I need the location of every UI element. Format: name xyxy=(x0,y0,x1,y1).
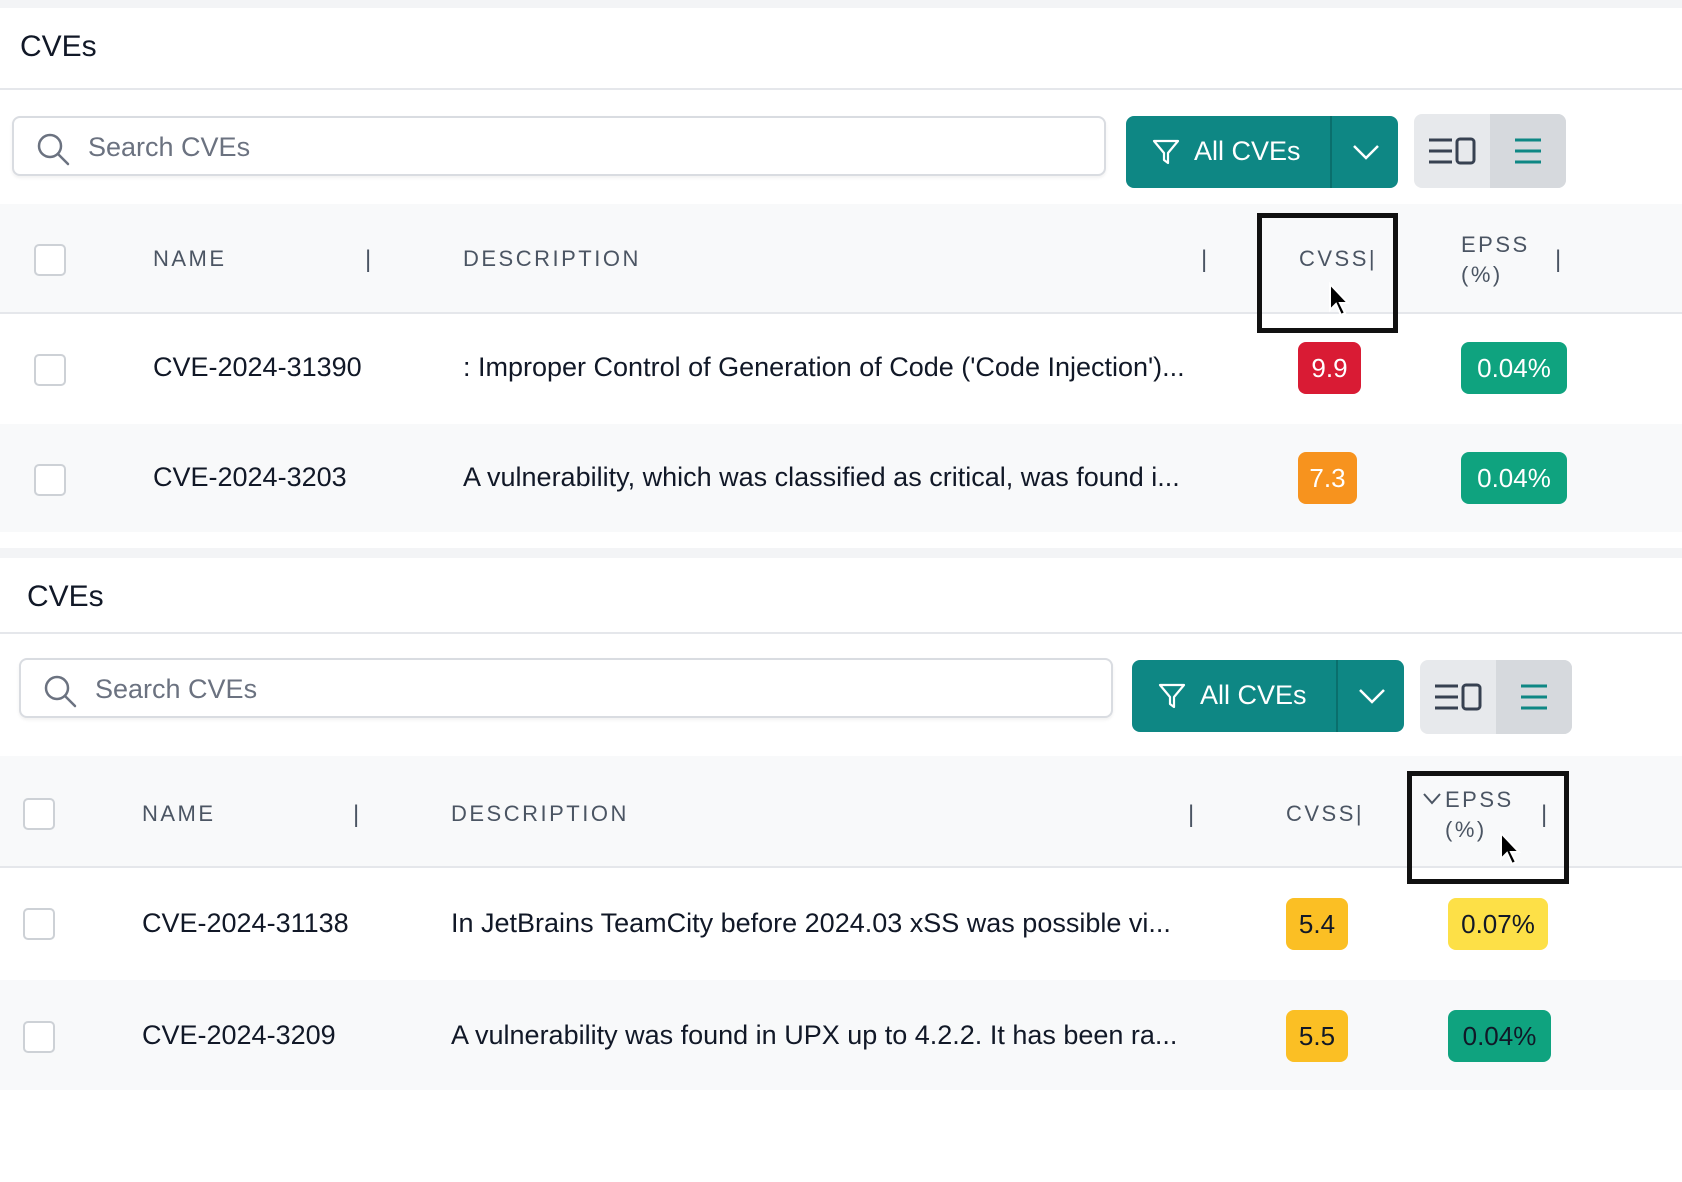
search-icon xyxy=(37,133,70,166)
mouse-cursor-icon xyxy=(1329,282,1351,317)
table-header: NAME | DESCRIPTION | CVSS| EPSS (%) | xyxy=(0,204,1682,314)
chevron-down-icon xyxy=(1353,145,1379,160)
column-header-description[interactable]: DESCRIPTION xyxy=(451,801,629,827)
panel-header: CVEs xyxy=(0,558,1682,634)
cvss-badge: 5.4 xyxy=(1286,898,1348,950)
list-view-icon xyxy=(1515,138,1541,164)
table-row[interactable]: CVE-2024-3209 A vulnerability was found … xyxy=(0,980,1682,1090)
row-checkbox[interactable] xyxy=(23,1021,55,1053)
chevron-down-icon xyxy=(1359,689,1385,704)
cvss-badge: 9.9 xyxy=(1298,342,1361,394)
filter-dropdown-button[interactable] xyxy=(1338,660,1404,732)
row-checkbox[interactable] xyxy=(34,464,66,496)
page-title: CVEs xyxy=(20,30,97,63)
select-all-checkbox[interactable] xyxy=(34,244,66,276)
column-resize-handle[interactable]: | xyxy=(365,246,371,274)
cvss-badge: 7.3 xyxy=(1298,452,1357,504)
toolbar: Search CVEs All CVEs xyxy=(0,90,1682,208)
cve-name[interactable]: CVE-2024-31138 xyxy=(142,908,349,939)
cve-name[interactable]: CVE-2024-3209 xyxy=(142,1020,336,1051)
search-input[interactable]: Search CVEs xyxy=(12,116,1106,176)
toolbar: Search CVEs All CVEs xyxy=(0,634,1682,752)
column-header-name[interactable]: NAME xyxy=(142,801,216,827)
panel-header: CVEs xyxy=(0,8,1682,90)
highlight-box-epss xyxy=(1407,771,1569,884)
list-view-button[interactable] xyxy=(1496,660,1572,734)
column-resize-handle[interactable]: | xyxy=(353,801,359,829)
view-toggle xyxy=(1420,660,1572,734)
split-view-icon xyxy=(1435,683,1482,711)
column-resize-handle[interactable]: | xyxy=(1555,246,1561,274)
split-view-button[interactable] xyxy=(1420,660,1496,734)
epss-badge: 0.04% xyxy=(1461,342,1567,394)
table-row[interactable]: CVE-2024-31138 In JetBrains TeamCity bef… xyxy=(0,868,1682,976)
all-cves-filter-button[interactable]: All CVEs xyxy=(1126,116,1332,188)
column-header-epss[interactable]: EPSS (%) xyxy=(1461,230,1541,290)
cve-description: A vulnerability was found in UPX up to 4… xyxy=(451,1020,1178,1050)
search-input[interactable]: Search CVEs xyxy=(19,658,1113,718)
all-cves-filter-button[interactable]: All CVEs xyxy=(1132,660,1338,732)
cve-name[interactable]: CVE-2024-3203 xyxy=(153,462,347,493)
column-header-name[interactable]: NAME xyxy=(153,246,227,272)
column-resize-handle[interactable]: | xyxy=(1188,801,1194,829)
page-title: CVEs xyxy=(27,580,104,613)
filter-icon xyxy=(1158,683,1186,709)
filter-label: All CVEs xyxy=(1200,680,1307,710)
search-placeholder: Search CVEs xyxy=(88,132,251,162)
table-row[interactable]: CVE-2024-31390 : Improper Control of Gen… xyxy=(0,314,1682,422)
cve-description: : Improper Control of Generation of Code… xyxy=(463,352,1185,382)
select-all-checkbox[interactable] xyxy=(23,798,55,830)
filter-dropdown-button[interactable] xyxy=(1332,116,1398,188)
split-view-button[interactable] xyxy=(1414,114,1490,188)
filter-label: All CVEs xyxy=(1194,136,1301,166)
filter-button-group: All CVEs xyxy=(1126,116,1398,188)
table-row[interactable]: CVE-2024-3203 A vulnerability, which was… xyxy=(0,424,1682,532)
mouse-cursor-icon xyxy=(1500,831,1522,866)
split-view-icon xyxy=(1429,137,1476,165)
filter-button-group: All CVEs xyxy=(1132,660,1404,732)
epss-badge: 0.04% xyxy=(1461,452,1567,504)
row-checkbox[interactable] xyxy=(23,908,55,940)
search-placeholder: Search CVEs xyxy=(95,674,258,704)
cve-name[interactable]: CVE-2024-31390 xyxy=(153,352,362,383)
column-header-cvss[interactable]: CVSS| xyxy=(1286,801,1364,827)
list-view-button[interactable] xyxy=(1490,114,1566,188)
epss-badge: 0.07% xyxy=(1448,898,1548,950)
epss-badge: 0.04% xyxy=(1448,1010,1551,1062)
list-view-icon xyxy=(1521,684,1547,710)
column-resize-handle[interactable]: | xyxy=(1201,246,1207,274)
cve-description: A vulnerability, which was classified as… xyxy=(463,462,1180,492)
cvss-badge: 5.5 xyxy=(1286,1010,1348,1062)
cve-description: In JetBrains TeamCity before 2024.03 xSS… xyxy=(451,908,1171,938)
column-header-description[interactable]: DESCRIPTION xyxy=(463,246,641,272)
filter-icon xyxy=(1152,139,1180,165)
search-icon xyxy=(44,675,77,708)
row-checkbox[interactable] xyxy=(34,354,66,386)
view-toggle xyxy=(1414,114,1566,188)
